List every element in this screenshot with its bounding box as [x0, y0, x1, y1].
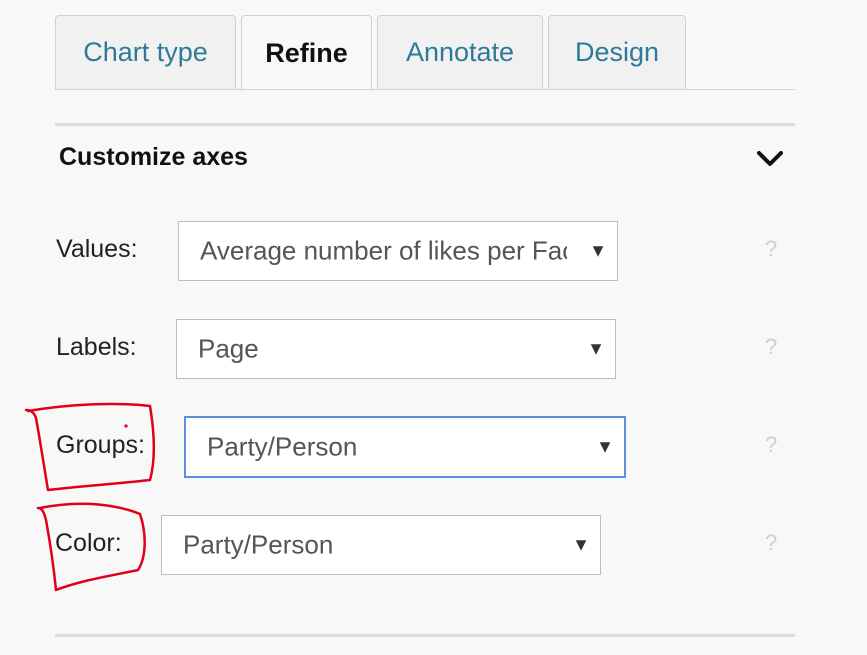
groups-help-icon[interactable]: ?	[765, 432, 777, 458]
groups-label: Groups:	[56, 431, 145, 459]
dropdown-arrow-icon: ▼	[572, 534, 590, 555]
section-title: Customize axes	[59, 143, 248, 171]
dropdown-arrow-icon: ▼	[589, 240, 607, 261]
color-help-icon[interactable]: ?	[765, 530, 777, 556]
values-select[interactable]: Average number of likes per Facebook pos…	[178, 221, 618, 281]
dropdown-arrow-icon: ▼	[587, 338, 605, 359]
labels-select[interactable]: Page ▼	[176, 319, 616, 379]
section-top-divider	[55, 123, 795, 126]
section-bottom-divider	[55, 634, 795, 637]
color-select-value: Party/Person	[183, 529, 334, 560]
labels-help-icon[interactable]: ?	[765, 334, 777, 360]
dropdown-arrow-icon: ▼	[596, 436, 614, 457]
chevron-down-icon[interactable]	[755, 148, 785, 170]
values-select-value: Average number of likes per Facebook pos…	[200, 235, 617, 266]
groups-select-value: Party/Person	[207, 431, 358, 462]
tab-annotate[interactable]: Annotate	[377, 15, 543, 89]
tab-chart-type[interactable]: Chart type	[55, 15, 236, 89]
tab-bar-divider	[55, 89, 795, 90]
values-help-icon[interactable]: ?	[765, 236, 777, 262]
groups-select[interactable]: Party/Person ▼	[184, 416, 626, 478]
tab-design[interactable]: Design	[548, 15, 686, 89]
labels-select-value: Page	[198, 333, 259, 364]
tab-refine[interactable]: Refine	[241, 15, 372, 91]
color-select[interactable]: Party/Person ▼	[161, 515, 601, 575]
tab-bar: Chart type Refine Annotate Design	[55, 15, 795, 91]
color-label: Color:	[55, 529, 122, 557]
values-label: Values:	[56, 235, 138, 263]
labels-label: Labels:	[56, 333, 137, 361]
